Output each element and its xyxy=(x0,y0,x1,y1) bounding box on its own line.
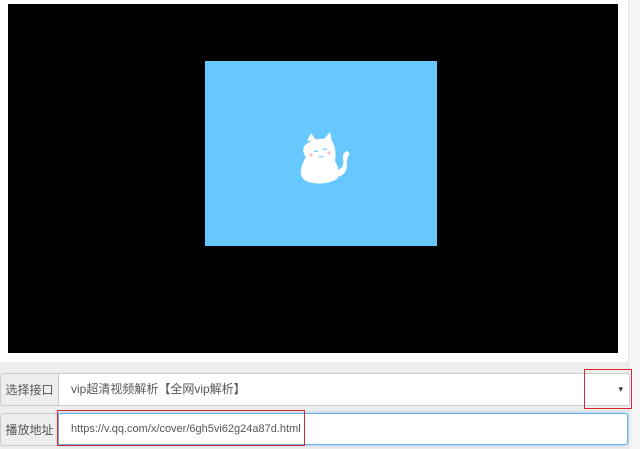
interface-selected-value: vip超清视频解析【全网vip解析】 xyxy=(71,382,246,396)
highlight-box-address xyxy=(57,410,305,446)
highlight-box-dropdown xyxy=(584,369,632,409)
cat-mascot-icon xyxy=(300,132,350,184)
player-frame xyxy=(0,0,628,362)
interface-row: 选择接口 vip超清视频解析【全网vip解析】 ▾ xyxy=(0,371,630,409)
interface-select[interactable]: vip超清视频解析【全网vip解析】 ▾ xyxy=(58,373,630,406)
address-label: 播放地址 xyxy=(0,413,58,446)
interface-label: 选择接口 xyxy=(0,373,58,406)
video-poster xyxy=(205,61,437,246)
video-player[interactable] xyxy=(8,4,618,353)
